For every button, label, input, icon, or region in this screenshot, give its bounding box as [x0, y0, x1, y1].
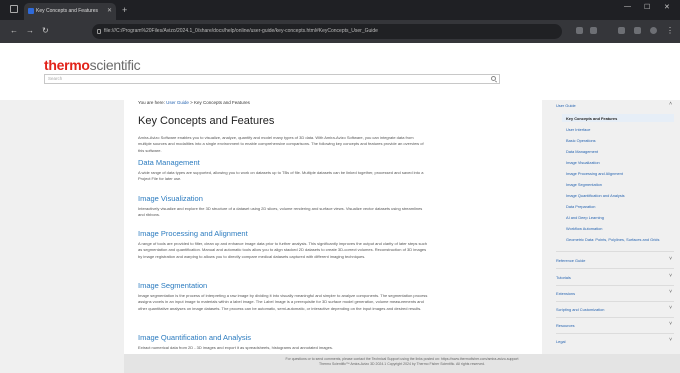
chevron-up-icon[interactable]: ˄: [669, 101, 672, 107]
toc-item-image-segmentation[interactable]: Image Segmentation: [566, 182, 602, 187]
site-info-icon[interactable]: [97, 29, 101, 34]
toc-scripting[interactable]: Scripting and Customization: [556, 307, 604, 312]
toc-divider: [556, 317, 674, 318]
article: You are here: User Guide > Key Concepts …: [124, 100, 542, 373]
maximize-icon[interactable]: ☐: [644, 3, 650, 11]
new-tab-button[interactable]: +: [122, 3, 127, 17]
intro-text: Amira-Avizo Software enables you to visu…: [138, 135, 424, 153]
search-icon[interactable]: [491, 76, 496, 81]
intro-block: Amira-Avizo Software enables you to visu…: [138, 132, 428, 154]
breadcrumb-prefix: You are here:: [138, 100, 165, 105]
section-heading: Image Quantification and Analysis: [138, 333, 251, 342]
tab-title: Key Concepts and Features: [36, 8, 98, 14]
section-image-processing: Image Processing and Alignment A range o…: [138, 229, 428, 260]
toc-item-data-preparation[interactable]: Data Preparation: [566, 204, 595, 209]
minimize-icon[interactable]: —: [624, 3, 631, 10]
toc-divider: [556, 251, 674, 252]
section-text: Image segmentation is the process of int…: [138, 293, 428, 311]
section-heading: Image Processing and Alignment: [138, 229, 248, 238]
close-window-icon[interactable]: ✕: [664, 3, 670, 11]
logo-bold-text: thermo: [44, 57, 90, 73]
section-text: Interactively visualize and explore the …: [138, 206, 423, 218]
section-image-quantification: Image Quantification and Analysis Extrac…: [138, 333, 428, 351]
chevron-down-icon[interactable]: ˅: [669, 289, 672, 295]
thermo-scientific-logo[interactable]: thermoscientific: [44, 57, 141, 73]
forward-icon[interactable]: →: [26, 25, 34, 37]
section-image-segmentation: Image Segmentation Image segmentation is…: [138, 281, 428, 312]
toc-divider: [556, 333, 674, 334]
section-text: Extract numerical data from 2D - 3D imag…: [138, 345, 333, 350]
toc-item-workflow-automation[interactable]: Workflow Automation: [566, 226, 602, 231]
toc-item-key-concepts[interactable]: Key Concepts and Features: [566, 116, 617, 121]
reload-icon[interactable]: ↻: [42, 25, 49, 37]
section-text: A wide range of data types are supported…: [138, 170, 424, 182]
chevron-down-icon[interactable]: ˅: [669, 305, 672, 311]
zoom-icon[interactable]: [590, 27, 597, 34]
toc-divider: [556, 268, 674, 269]
search-placeholder: Search: [48, 76, 63, 81]
toc-item-basic-operations[interactable]: Basic Operations: [566, 138, 596, 143]
main-area: You are here: User Guide > Key Concepts …: [0, 100, 680, 373]
address-bar[interactable]: file:///C:/Program%20Files/Avizo/2024.1_…: [92, 24, 562, 39]
back-icon[interactable]: ←: [10, 25, 18, 37]
section-heading: Image Segmentation: [138, 281, 208, 290]
footer-line-2: Thermo Scientific™ Amira-Avizo 3D 2024.1…: [319, 362, 485, 366]
downloads-icon[interactable]: [634, 27, 641, 34]
search-input[interactable]: Search: [44, 74, 500, 84]
toc-item-data-management[interactable]: Data Management: [566, 149, 598, 154]
url-text: file:///C:/Program%20Files/Avizo/2024.1_…: [104, 28, 378, 34]
section-image-visualization: Image Visualization Interactively visual…: [138, 194, 428, 219]
section-heading: Data Management: [138, 158, 200, 167]
page-title: Key Concepts and Features: [138, 115, 275, 127]
toc-item-image-processing[interactable]: Image Processing and Alignment: [566, 171, 623, 176]
window-menu-icon[interactable]: [10, 5, 18, 13]
toc-item-ai-deep-learning[interactable]: AI and Deep Learning: [566, 215, 604, 220]
browser-tab[interactable]: Key Concepts and Features ✕: [24, 3, 116, 20]
section-heading: Image Visualization: [138, 194, 203, 203]
site-header: thermoscientific Search: [0, 43, 680, 100]
toc-divider: [556, 285, 674, 286]
extension-icon[interactable]: [576, 27, 583, 34]
breadcrumb-current: > Key Concepts and Features: [190, 100, 250, 105]
logo-rest-text: scientific: [89, 57, 141, 73]
toc-resources[interactable]: Resources: [556, 323, 575, 328]
tab-favicon-icon: [28, 8, 34, 14]
toc-user-guide[interactable]: User Guide: [556, 103, 576, 108]
browser-menu-icon[interactable]: ⋮: [666, 25, 674, 37]
toc-reference-guide[interactable]: Reference Guide: [556, 258, 585, 263]
chevron-down-icon[interactable]: ˅: [669, 256, 672, 262]
chevron-down-icon[interactable]: ˅: [669, 337, 672, 343]
profile-icon[interactable]: [650, 27, 657, 34]
section-text: A range of tools are provided to filter,…: [138, 241, 427, 259]
toc-legal[interactable]: Legal: [556, 339, 566, 344]
toc-sidebar: User Guide ˄ Key Concepts and Features U…: [548, 100, 680, 373]
bookmarks-icon[interactable]: [618, 27, 625, 34]
browser-tab-bar: Key Concepts and Features ✕ + — ☐ ✕: [0, 0, 680, 20]
breadcrumb-link-user-guide[interactable]: User Guide: [166, 100, 189, 105]
close-tab-icon[interactable]: ✕: [107, 3, 112, 20]
toc-extensions[interactable]: Extensions: [556, 291, 575, 296]
chevron-down-icon[interactable]: ˅: [669, 321, 672, 327]
section-data-management: Data Management A wide range of data typ…: [138, 158, 428, 183]
toc-item-image-visualization[interactable]: Image Visualization: [566, 160, 600, 165]
toc-item-geometric-data[interactable]: Geometric Data: Points, Polylines, Surfa…: [566, 237, 666, 242]
chevron-down-icon[interactable]: ˅: [669, 273, 672, 279]
breadcrumb: You are here: User Guide > Key Concepts …: [138, 100, 250, 105]
toc-divider: [556, 301, 674, 302]
toc-item-user-interface[interactable]: User Interface: [566, 127, 590, 132]
browser-toolbar: ← → ↻ file:///C:/Program%20Files/Avizo/2…: [0, 20, 680, 43]
toc-item-image-quantification[interactable]: Image Quantification and Analysis: [566, 193, 625, 198]
toc-tutorials[interactable]: Tutorials: [556, 275, 571, 280]
page-footer: For questions or to send comments, pleas…: [124, 354, 680, 373]
